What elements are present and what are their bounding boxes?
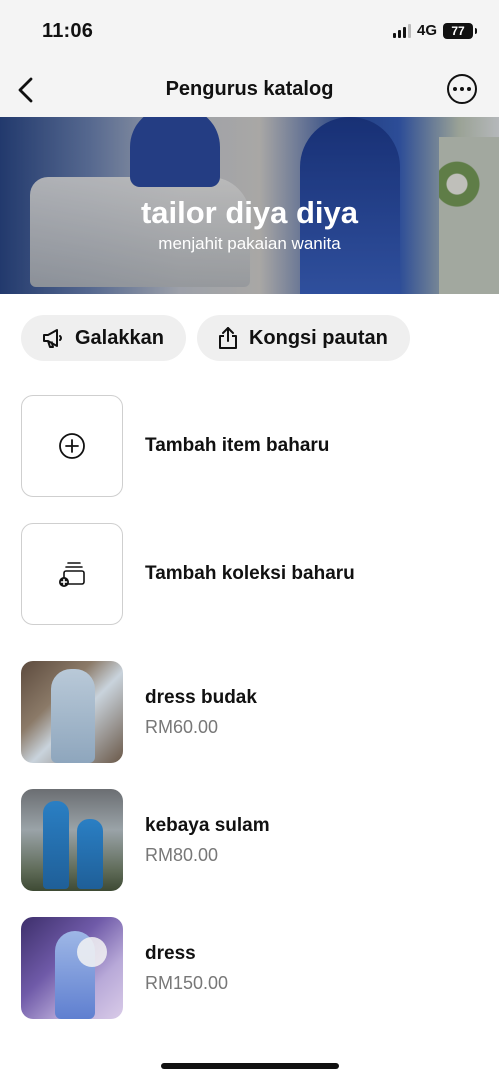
catalog-item-row[interactable]: dress budak RM60.00: [21, 661, 479, 763]
status-indicators: 4G 77: [392, 22, 477, 39]
add-item-text: Tambah item baharu: [145, 435, 329, 457]
product-image: [21, 917, 123, 1019]
product-image-figure: [77, 819, 103, 889]
add-collection-tile: [21, 523, 123, 625]
promote-label: Galakkan: [75, 326, 164, 349]
item-price: RM150.00: [145, 972, 229, 993]
more-horizontal-icon: [453, 87, 457, 91]
item-title: dress budak: [145, 686, 257, 708]
status-bar: 11:06 4G 77: [0, 0, 499, 62]
catalog-cover-image: tailor diya diya menjahit pakaian wanita: [0, 117, 499, 294]
plus-circle-icon: [59, 433, 85, 459]
more-options-button[interactable]: [447, 74, 477, 104]
collection-add-icon: [59, 562, 85, 587]
page-title: Pengurus katalog: [165, 78, 334, 100]
add-item-tile: [21, 395, 123, 497]
item-text: dress budak RM60.00: [145, 687, 257, 738]
home-indicator[interactable]: [161, 1063, 339, 1069]
add-collection-label: Tambah koleksi baharu: [145, 563, 355, 584]
action-chips: Galakkan Kongsi pautan: [21, 315, 410, 361]
item-text: kebaya sulam RM80.00: [145, 815, 270, 866]
catalog-title: tailor diya diya: [140, 195, 359, 230]
share-link-label: Kongsi pautan: [248, 326, 388, 349]
signal-icon: [392, 23, 411, 38]
item-title: dress: [145, 942, 196, 964]
add-item-label: Tambah item baharu: [145, 435, 330, 456]
more-dot: [467, 87, 471, 91]
product-image: [21, 789, 123, 891]
item-title: kebaya sulam: [145, 814, 270, 836]
megaphone-icon: [43, 329, 62, 348]
battery-level: 77: [451, 23, 465, 38]
add-item-row[interactable]: Tambah item baharu: [21, 395, 479, 497]
item-price: RM60.00: [145, 716, 219, 737]
share-icon: [218, 327, 237, 349]
catalog-subtitle: menjahit pakaian wanita: [158, 234, 341, 253]
network-type: 4G: [416, 22, 437, 39]
item-text: dress RM150.00: [145, 943, 228, 994]
promote-button[interactable]: Galakkan: [21, 315, 186, 361]
product-image-figure: [43, 801, 69, 889]
catalog-item-row[interactable]: dress RM150.00: [21, 917, 479, 1019]
status-time: 11:06: [42, 20, 94, 42]
more-dot: [460, 87, 464, 91]
product-image-figure: [51, 669, 95, 763]
product-image: [21, 661, 123, 763]
battery-icon: 77: [443, 22, 477, 39]
nav-bar: Pengurus katalog: [0, 62, 499, 118]
product-image-flowers: [77, 937, 107, 967]
item-price: RM80.00: [145, 844, 219, 865]
catalog-item-row[interactable]: kebaya sulam RM80.00: [21, 789, 479, 891]
add-collection-text: Tambah koleksi baharu: [145, 563, 355, 585]
share-link-button[interactable]: Kongsi pautan: [196, 315, 410, 361]
add-collection-row[interactable]: Tambah koleksi baharu: [21, 523, 479, 625]
